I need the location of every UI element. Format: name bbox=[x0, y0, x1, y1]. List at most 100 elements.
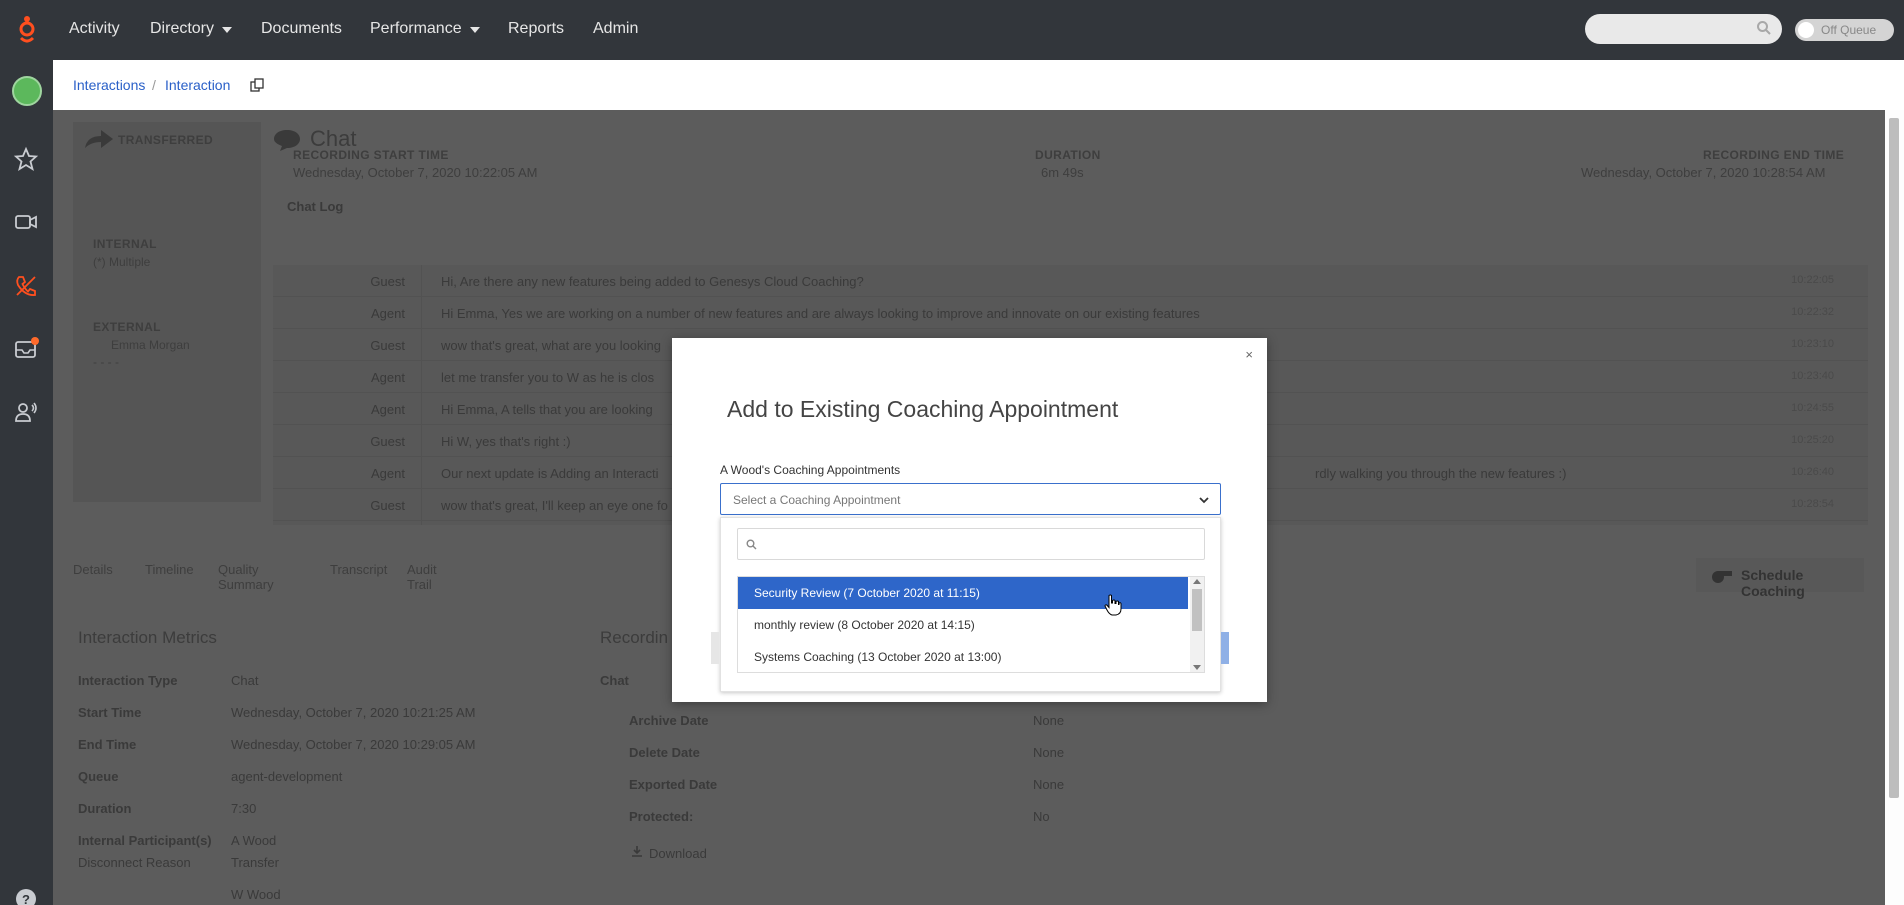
chat-sender: Agent bbox=[371, 370, 405, 385]
recording-end-label: RECORDING END TIME bbox=[1703, 148, 1845, 162]
queue-status-label: Off Queue bbox=[1821, 23, 1877, 37]
user-voice-icon[interactable] bbox=[13, 399, 39, 425]
page-scrollbar[interactable] bbox=[1885, 110, 1904, 905]
chat-sender: Guest bbox=[370, 498, 405, 513]
breadcrumb-interactions[interactable]: Interactions bbox=[73, 77, 145, 93]
metric-key: Interaction Type bbox=[78, 673, 178, 688]
help-icon[interactable]: ? bbox=[13, 886, 39, 905]
chat-time: 10:22:05 bbox=[1791, 274, 1834, 286]
metric-value: Wednesday, October 7, 2020 10:29:05 AM bbox=[231, 737, 476, 752]
modal-title: Add to Existing Coaching Appointment bbox=[727, 396, 1119, 422]
chat-time: 10:23:10 bbox=[1791, 338, 1834, 350]
transfer-icon bbox=[85, 130, 113, 148]
metric-value: Wednesday, October 7, 2020 10:21:25 AM bbox=[231, 705, 476, 720]
cancel-button[interactable] bbox=[711, 632, 719, 664]
recording-key: Delete Date bbox=[629, 745, 700, 760]
top-nav: Activity Directory Documents Performance… bbox=[0, 0, 1904, 60]
chat-message: Our next update is Adding an Interacti bbox=[441, 466, 659, 481]
hand-cursor-icon bbox=[1104, 594, 1122, 616]
recording-key: Archive Date bbox=[629, 713, 709, 728]
chevron-down-icon bbox=[1199, 497, 1209, 504]
scroll-up-icon[interactable] bbox=[1193, 579, 1201, 584]
duration-value: 6m 49s bbox=[1041, 165, 1084, 180]
tab-audit-trail[interactable]: Audit Trail bbox=[407, 562, 437, 592]
chat-sender: Agent bbox=[371, 466, 405, 481]
chat-message: wow that's great, I'll keep an eye one f… bbox=[441, 498, 668, 513]
recording-start-value: Wednesday, October 7, 2020 10:22:05 AM bbox=[293, 165, 538, 180]
avatar[interactable] bbox=[12, 76, 42, 106]
recording-value: None bbox=[1033, 777, 1065, 792]
metric-value: W Wood bbox=[231, 887, 281, 902]
chat-time: 10:23:40 bbox=[1791, 370, 1834, 382]
breadcrumb-separator: / bbox=[152, 77, 156, 93]
appointment-select[interactable]: Select a Coaching Appointment bbox=[720, 483, 1221, 515]
nav-activity[interactable]: Activity bbox=[69, 20, 120, 38]
download-link[interactable]: Download bbox=[649, 846, 707, 861]
breadcrumb-interaction[interactable]: Interaction bbox=[165, 77, 230, 93]
breadcrumb: Interactions / Interaction bbox=[53, 60, 1904, 110]
metric-key: Start Time bbox=[78, 705, 142, 720]
dropdown-search-input[interactable] bbox=[737, 528, 1205, 560]
tab-timeline[interactable]: Timeline bbox=[145, 562, 194, 577]
nav-directory[interactable]: Directory bbox=[150, 20, 233, 38]
dropdown-scrollbar[interactable] bbox=[1190, 577, 1204, 672]
chat-time: 10:22:32 bbox=[1791, 306, 1834, 318]
nav-performance[interactable]: Performance bbox=[370, 20, 480, 38]
chat-time: 10:25:20 bbox=[1791, 434, 1834, 446]
recordings-sub: Chat bbox=[600, 673, 629, 688]
dropdown-option[interactable]: Systems Coaching (13 October 2020 at 13:… bbox=[738, 641, 1188, 672]
tab-details[interactable]: Details bbox=[73, 562, 113, 577]
metric-value: Transfer bbox=[231, 855, 279, 870]
left-sidebar: ? bbox=[0, 60, 53, 905]
nav-documents[interactable]: Documents bbox=[261, 20, 342, 38]
scrollbar-thumb[interactable] bbox=[1192, 589, 1202, 631]
chat-message-tail: rdly walking you through the new feature… bbox=[1315, 466, 1567, 481]
chat-message: Hi Emma, Yes we are working on a number … bbox=[441, 306, 1200, 321]
recording-key: Protected: bbox=[629, 809, 694, 824]
chat-time: 10:28:54 bbox=[1791, 498, 1834, 510]
toggle-knob bbox=[1798, 22, 1814, 38]
inbox-icon[interactable] bbox=[13, 335, 39, 361]
scrollbar-thumb[interactable] bbox=[1889, 118, 1899, 798]
duration-label: DURATION bbox=[1035, 148, 1101, 162]
chevron-down-icon bbox=[222, 27, 233, 33]
nav-admin[interactable]: Admin bbox=[593, 20, 638, 38]
svg-text:?: ? bbox=[22, 892, 30, 905]
genesys-logo-icon[interactable] bbox=[14, 14, 40, 46]
internal-value[interactable]: (*) Multiple bbox=[93, 255, 150, 269]
schedule-coaching-button[interactable]: Schedule Coaching bbox=[1696, 558, 1864, 599]
chat-time: 10:26:40 bbox=[1791, 466, 1834, 478]
table-row: Agent Hi Emma, Yes we are working on a nu… bbox=[273, 297, 1868, 329]
search-icon bbox=[1757, 21, 1771, 35]
scroll-down-icon[interactable] bbox=[1193, 665, 1201, 670]
chat-sender: Agent bbox=[371, 402, 405, 417]
download-icon bbox=[632, 846, 642, 857]
recording-start-label: RECORDING START TIME bbox=[293, 148, 449, 162]
external-value: Emma Morgan bbox=[111, 338, 190, 352]
global-search-input[interactable] bbox=[1585, 14, 1782, 44]
tab-transcript[interactable]: Transcript bbox=[330, 562, 387, 577]
recording-value: No bbox=[1033, 809, 1050, 824]
field-label: A Wood's Coaching Appointments bbox=[720, 463, 901, 477]
table-row: Guest Hi, Are there any new features bein… bbox=[273, 265, 1868, 297]
close-icon[interactable]: × bbox=[1245, 347, 1253, 362]
phone-icon[interactable] bbox=[13, 273, 39, 299]
schedule-coaching-label: Schedule Coaching bbox=[1741, 567, 1805, 599]
video-icon[interactable] bbox=[13, 209, 39, 235]
participants-panel: TRANSFERRED INTERNAL (*) Multiple EXTERN… bbox=[73, 122, 261, 502]
nav-reports[interactable]: Reports bbox=[508, 20, 564, 38]
chat-sender: Guest bbox=[370, 338, 405, 353]
recording-end-value: Wednesday, October 7, 2020 10:28:54 AM bbox=[1581, 165, 1826, 180]
metric-value: agent-development bbox=[231, 769, 343, 784]
queue-status-toggle[interactable]: Off Queue bbox=[1795, 19, 1894, 41]
tab-quality-summary[interactable]: Quality Summary bbox=[218, 562, 274, 592]
select-placeholder: Select a Coaching Appointment bbox=[733, 493, 901, 507]
recording-value: None bbox=[1033, 713, 1065, 728]
metric-key: Disconnect Reason bbox=[78, 855, 191, 870]
appointment-dropdown: Security Review (7 October 2020 at 11:15… bbox=[720, 517, 1221, 692]
recordings-title: Recordin bbox=[600, 628, 669, 647]
add-button[interactable] bbox=[1221, 632, 1229, 664]
star-icon[interactable] bbox=[13, 146, 39, 172]
status-badge: TRANSFERRED bbox=[118, 133, 214, 147]
copy-icon[interactable] bbox=[250, 78, 264, 92]
